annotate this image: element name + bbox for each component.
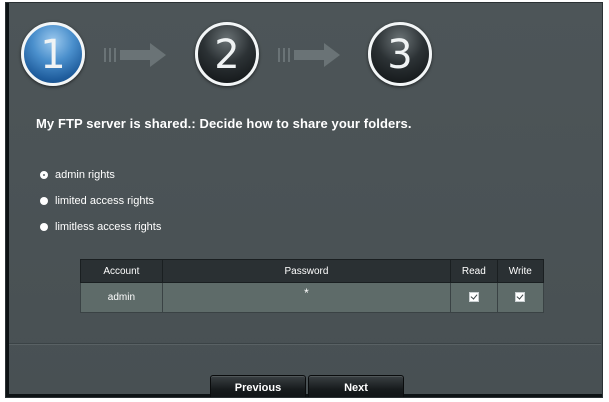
- previous-button[interactable]: Previous: [210, 375, 306, 397]
- step-3-number: 3: [387, 32, 413, 78]
- radio-limited-access-rights[interactable]: limited access rights: [40, 195, 154, 207]
- table-header-row: Account Password Read Write: [80, 259, 545, 283]
- radio-admin-rights[interactable]: admin rights: [40, 169, 115, 181]
- radio-label: limited access rights: [55, 195, 155, 207]
- column-header-account: Account: [80, 259, 163, 283]
- radio-icon[interactable]: [40, 171, 48, 179]
- step-1-number: 1: [40, 32, 66, 78]
- checkbox-checked-icon[interactable]: [468, 292, 479, 303]
- step-2-number: 2: [214, 32, 240, 78]
- table-row: admin *: [80, 282, 545, 313]
- checkbox-checked-icon[interactable]: [515, 292, 526, 303]
- radio-icon[interactable]: [40, 197, 48, 205]
- wizard-panel: 1 2 3 My FTP server is shared.: Decide h…: [5, 2, 603, 398]
- cell-password: *: [161, 282, 452, 313]
- step-1-indicator: 1: [21, 22, 85, 86]
- cell-account: admin: [80, 282, 163, 313]
- column-header-password: Password: [161, 259, 452, 283]
- radio-label: admin rights: [55, 169, 115, 181]
- arrow-right-icon: [278, 43, 340, 67]
- radio-label: limitless access rights: [55, 221, 162, 233]
- footer-divider-highlight: [9, 344, 601, 345]
- column-header-write: Write: [496, 259, 545, 283]
- page-title: My FTP server is shared.: Decide how to …: [36, 116, 412, 131]
- panel-left-edge: [6, 3, 9, 397]
- step-2-indicator: 2: [195, 22, 259, 86]
- password-value: *: [304, 286, 309, 300]
- column-header-read: Read: [450, 259, 498, 283]
- cell-read: [450, 282, 498, 313]
- cell-write: [496, 282, 545, 313]
- step-3-indicator: 3: [368, 22, 432, 86]
- radio-limitless-access-rights[interactable]: limitless access rights: [40, 221, 161, 233]
- next-button[interactable]: Next: [308, 375, 404, 397]
- arrow-right-icon: [104, 43, 166, 67]
- accounts-table: Account Password Read Write admin *: [80, 259, 545, 313]
- radio-icon[interactable]: [40, 223, 48, 231]
